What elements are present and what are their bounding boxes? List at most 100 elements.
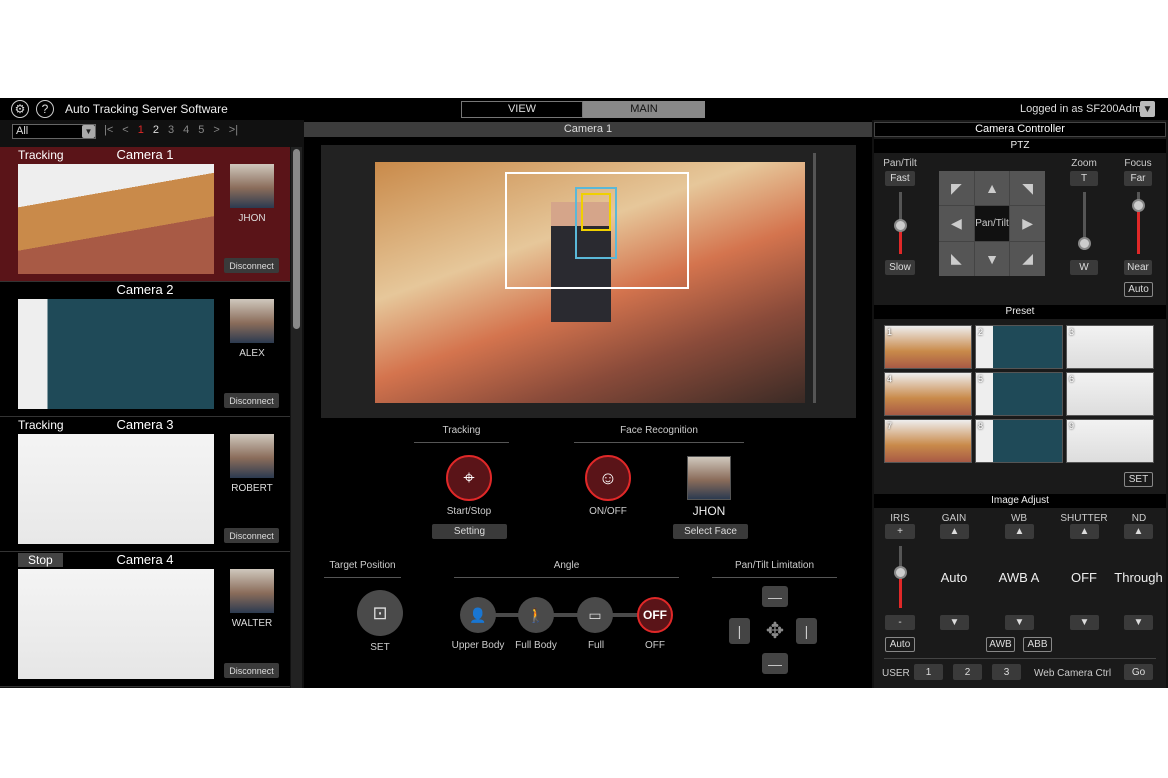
video-scrollbar[interactable] [813, 153, 816, 403]
gear-icon[interactable]: ⚙ [11, 100, 29, 118]
filter-select[interactable]: All ▼ [12, 124, 96, 139]
disconnect-button[interactable]: Disconnect [224, 663, 279, 678]
pan-speed-slider[interactable] [894, 192, 907, 254]
pantilt-center-button[interactable]: Pan/Tilt [974, 206, 1010, 241]
nd-up-button[interactable]: ▲ [1124, 524, 1153, 539]
nd-down-button[interactable]: ▼ [1124, 615, 1153, 630]
user-3-button[interactable]: 3 [992, 664, 1021, 680]
camera-card[interactable]: Tracking Camera 1 JHON Disconnect [0, 147, 290, 282]
wb-up-button[interactable]: ▲ [1005, 524, 1034, 539]
nd-label: ND [1131, 513, 1147, 524]
wb-down-button[interactable]: ▼ [1005, 615, 1034, 630]
go-button[interactable]: Go [1124, 664, 1153, 680]
preset-thumbnail[interactable]: 6 [1066, 372, 1154, 416]
pan-down-left-button[interactable]: ◣ [939, 241, 974, 276]
gain-label: GAIN [941, 513, 967, 524]
live-video[interactable] [375, 162, 805, 403]
pan-down-right-button[interactable]: ◢ [1010, 241, 1045, 276]
preset-thumbnail[interactable]: 8 [975, 419, 1063, 463]
preset-thumbnail[interactable]: 1 [884, 325, 972, 369]
zoom-tele-button[interactable]: T [1070, 171, 1098, 186]
pan-fast-button[interactable]: Fast [885, 171, 915, 186]
angle-full-button[interactable]: ▭ [577, 597, 613, 633]
pager-item[interactable]: 4 [183, 124, 189, 136]
user-menu-chevron-icon[interactable]: ▼ [1140, 101, 1155, 117]
pager-item[interactable]: 1 [138, 124, 144, 136]
divider [884, 658, 1156, 659]
pager-item[interactable]: 5 [198, 124, 204, 136]
tracking-setting-button[interactable]: Setting [432, 524, 507, 539]
disconnect-button[interactable]: Disconnect [224, 258, 279, 273]
iris-slider[interactable] [894, 546, 907, 608]
center-panel: Camera 1 Tracking ⌖ Start/Stop Setting F… [304, 120, 872, 688]
tab-view[interactable]: VIEW [461, 101, 583, 118]
pager-item[interactable]: 2 [153, 124, 159, 136]
pan-up-left-button[interactable]: ◤ [939, 171, 974, 206]
focus-near-button[interactable]: Near [1124, 260, 1152, 275]
iris-auto-button[interactable]: Auto [885, 637, 915, 652]
scrollbar-thumb[interactable] [293, 149, 300, 329]
face-button-label: ON/OFF [589, 506, 627, 517]
preset-thumbnail[interactable]: 3 [1066, 325, 1154, 369]
limit-right-button[interactable]: | [796, 618, 817, 644]
pager-item[interactable]: |< [104, 124, 113, 136]
user-1-button[interactable]: 1 [914, 664, 943, 680]
preset-thumbnail[interactable]: 4 [884, 372, 972, 416]
focus-slider[interactable] [1132, 192, 1145, 254]
pan-slow-button[interactable]: Slow [885, 260, 915, 275]
angle-off-button[interactable]: OFF [637, 597, 673, 633]
scrollbar[interactable] [291, 147, 302, 688]
user-2-button[interactable]: 2 [953, 664, 982, 680]
pager-item[interactable]: < [122, 124, 128, 136]
pager-item[interactable]: > [213, 124, 219, 136]
pan-up-button[interactable]: ▲ [974, 171, 1010, 206]
camera-card[interactable]: Tracking Camera 3 ROBERT Disconnect [0, 417, 290, 552]
tracking-start-stop-button[interactable]: ⌖ [446, 455, 492, 501]
camera-thumbnail[interactable] [18, 299, 214, 409]
disconnect-button[interactable]: Disconnect [224, 393, 279, 408]
camera-card[interactable]: Camera 2 ALEX Disconnect [0, 282, 290, 417]
pan-right-button[interactable]: ▶ [1010, 206, 1045, 241]
gain-up-button[interactable]: ▲ [940, 524, 969, 539]
limit-down-button[interactable]: — [762, 653, 788, 674]
pager-item[interactable]: 3 [168, 124, 174, 136]
limit-left-button[interactable]: | [729, 618, 750, 644]
chevron-down-icon[interactable]: ▼ [82, 125, 95, 138]
camera-thumbnail[interactable] [18, 164, 214, 274]
awb-button[interactable]: AWB [986, 637, 1015, 652]
tab-main[interactable]: MAIN [583, 101, 705, 118]
focus-auto-button[interactable]: Auto [1124, 282, 1153, 297]
pan-up-right-button[interactable]: ◥ [1010, 171, 1045, 206]
disconnect-button[interactable]: Disconnect [224, 528, 279, 543]
angle-full-body-button[interactable]: 🚶 [518, 597, 554, 633]
gain-down-button[interactable]: ▼ [940, 615, 969, 630]
camera-title: Camera 1 [304, 122, 872, 137]
preset-thumbnail[interactable]: 5 [975, 372, 1063, 416]
iris-minus-button[interactable]: - [885, 615, 915, 630]
camera-thumbnail[interactable] [18, 569, 214, 679]
face-name: ROBERT [231, 483, 273, 494]
preset-set-button[interactable]: SET [1124, 472, 1153, 487]
camera-thumbnail[interactable] [18, 434, 214, 544]
preset-thumbnail[interactable]: 9 [1066, 419, 1154, 463]
limit-up-button[interactable]: — [762, 586, 788, 607]
shutter-down-button[interactable]: ▼ [1070, 615, 1099, 630]
angle-upper-body-button[interactable]: 👤 [460, 597, 496, 633]
select-face-button[interactable]: Select Face [673, 524, 748, 539]
preset-thumbnail[interactable]: 7 [884, 419, 972, 463]
pan-down-button[interactable]: ▼ [974, 241, 1010, 276]
zoom-slider[interactable] [1078, 192, 1091, 250]
preset-thumbnail[interactable]: 2 [975, 325, 1063, 369]
focus-far-button[interactable]: Far [1124, 171, 1152, 186]
iris-plus-button[interactable]: + [885, 524, 915, 539]
face-recognition-toggle[interactable]: ☺ [585, 455, 631, 501]
camera-card[interactable]: Stop Camera 4 WALTER Disconnect [0, 552, 290, 687]
pan-left-button[interactable]: ◀ [939, 206, 974, 241]
top-bar: ⚙ ? Auto Tracking Server Software VIEW M… [0, 98, 1168, 120]
help-icon[interactable]: ? [36, 100, 54, 118]
target-position-button[interactable]: ⊡ [357, 590, 403, 636]
zoom-wide-button[interactable]: W [1070, 260, 1098, 275]
shutter-up-button[interactable]: ▲ [1070, 524, 1099, 539]
abb-button[interactable]: ABB [1023, 637, 1052, 652]
pager-item[interactable]: >| [229, 124, 238, 136]
